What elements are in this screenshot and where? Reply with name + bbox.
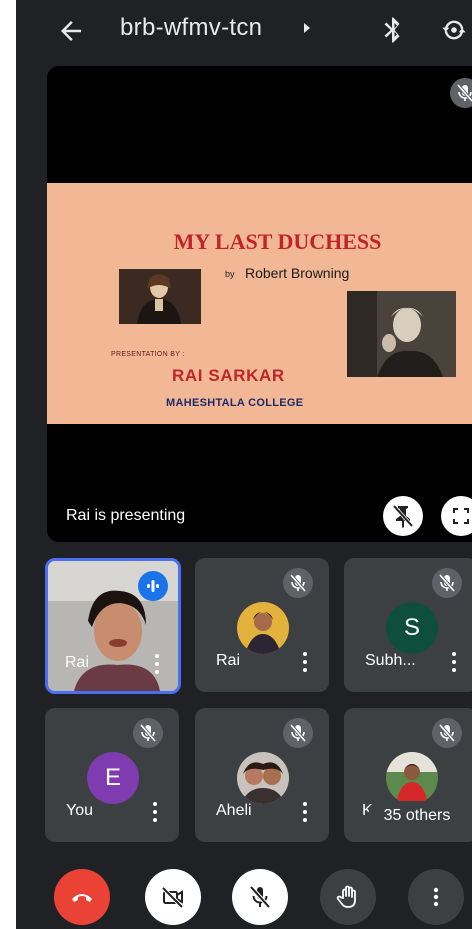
mic-off-icon: [249, 885, 271, 909]
meeting-code[interactable]: brb-wfmv-tcn: [120, 14, 262, 42]
call-controls: [16, 850, 472, 929]
more-vert-icon[interactable]: [153, 802, 157, 822]
more-vert-icon: [433, 887, 439, 907]
participant-name: Aheli: [216, 802, 252, 819]
participant-tile[interactable]: Rai: [195, 558, 329, 692]
presenting-label: Rai is presenting: [66, 507, 186, 524]
pin-off-icon: [392, 504, 414, 528]
fullscreen-button[interactable]: [441, 496, 472, 536]
fullscreen-icon: [453, 508, 469, 524]
bluetooth-icon[interactable]: [382, 15, 402, 45]
slide-title: MY LAST DUCHESS: [173, 229, 382, 254]
participant-name: Subh...: [365, 652, 416, 669]
presentation-by-label: PRESENTATION BY :: [111, 351, 185, 358]
slide-by: by: [225, 269, 235, 279]
mic-off-icon: [133, 718, 163, 748]
top-bar: brb-wfmv-tcn: [16, 0, 472, 62]
avatar: [386, 752, 438, 804]
speaking-indicator-icon: [138, 571, 168, 601]
more-vert-icon[interactable]: [303, 652, 307, 672]
participant-tile[interactable]: S Subh...: [344, 558, 472, 692]
presentation-slide: MY LAST DUCHESS by Robert Browning PRESE…: [47, 183, 472, 424]
mic-off-icon: [450, 78, 472, 108]
camera-toggle-button[interactable]: [145, 869, 201, 925]
portrait-image-right: [347, 291, 456, 377]
hang-up-button[interactable]: [54, 869, 110, 925]
participant-name: Rai: [65, 654, 90, 671]
participant-tile[interactable]: Rai: [45, 558, 181, 694]
presenter-name: RAI SARKAR: [172, 366, 285, 385]
back-arrow-icon[interactable]: [56, 16, 86, 46]
unpin-button[interactable]: [383, 496, 423, 536]
participant-name: You: [66, 802, 93, 819]
raise-hand-icon: [336, 885, 356, 908]
participant-tile[interactable]: E You: [45, 708, 179, 842]
hang-up-icon: [72, 894, 92, 902]
slide-author: Robert Browning: [245, 265, 350, 281]
more-vert-icon[interactable]: [155, 654, 159, 674]
presentation-panel[interactable]: MY LAST DUCHESS by Robert Browning PRESE…: [47, 66, 472, 542]
switch-camera-icon[interactable]: [440, 16, 468, 44]
portrait-image-left: [119, 269, 201, 324]
participant-name: Rai: [216, 652, 241, 669]
others-count-badge[interactable]: 35 others: [368, 801, 466, 831]
college-name: MAHESHTALA COLLEGE: [166, 397, 304, 409]
more-vert-icon[interactable]: [303, 802, 307, 822]
raise-hand-button[interactable]: [320, 869, 376, 925]
more-options-button[interactable]: [408, 869, 464, 925]
caret-right-icon[interactable]: [304, 23, 310, 33]
avatar: [237, 602, 289, 654]
more-vert-icon[interactable]: [452, 652, 456, 672]
mic-off-icon: [432, 718, 462, 748]
avatar: E: [87, 752, 139, 804]
mic-off-icon: [283, 718, 313, 748]
avatar: S: [386, 602, 438, 654]
microphone-toggle-button[interactable]: [232, 869, 288, 925]
camera-off-icon: [161, 886, 184, 909]
avatar: [237, 752, 289, 804]
meet-app: brb-wfmv-tcn MY LAST DUCHESS by Robert B…: [16, 0, 472, 929]
participant-tile[interactable]: Aheli: [195, 708, 329, 842]
mic-off-icon: [432, 568, 462, 598]
mic-off-icon: [283, 568, 313, 598]
